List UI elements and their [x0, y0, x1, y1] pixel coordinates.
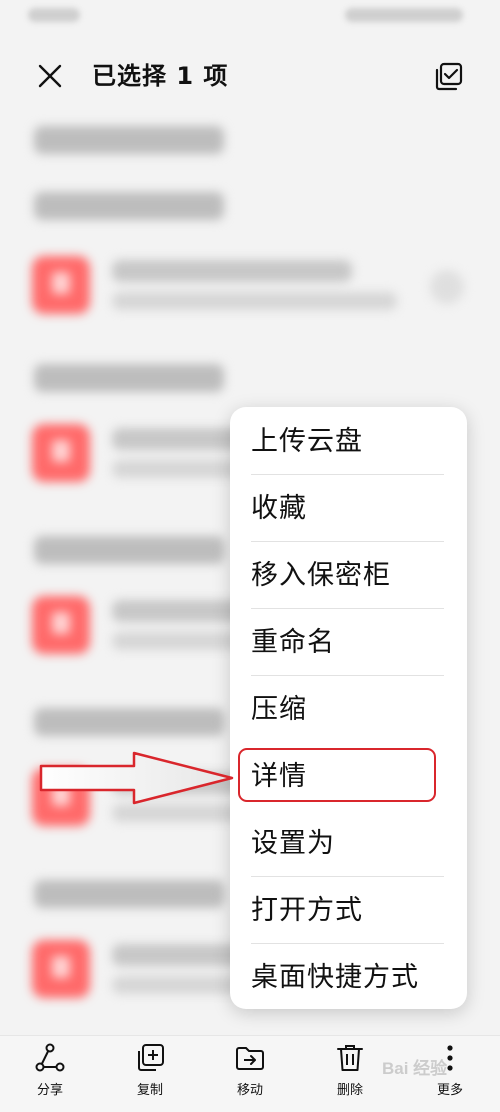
more-label: 更多	[436, 1083, 463, 1098]
watermark: Bai 经验	[382, 1059, 448, 1078]
copy-button[interactable]: 复制	[110, 1042, 190, 1108]
date-group-header	[34, 126, 224, 154]
select-all-button[interactable]	[432, 60, 466, 94]
status-time-blur	[28, 8, 80, 22]
audio-file-icon	[32, 424, 90, 482]
select-all-icon	[435, 62, 463, 91]
status-icons-blur	[345, 8, 463, 22]
menu-item-favorite[interactable]: 收藏	[251, 476, 444, 542]
menu-divider	[251, 876, 444, 877]
details-highlight-box	[238, 748, 436, 802]
date-group-header	[34, 708, 224, 736]
share-button[interactable]: 分享	[10, 1042, 90, 1108]
menu-item-open-with[interactable]: 打开方式	[251, 878, 444, 944]
share-icon	[35, 1043, 65, 1072]
menu-item-set-as[interactable]: 设置为	[251, 811, 444, 877]
menu-item-upload-cloud[interactable]: 上传云盘	[251, 409, 444, 475]
trash-icon	[337, 1045, 363, 1071]
date-group-header	[34, 364, 224, 392]
menu-item-desktop-shortcut[interactable]: 桌面快捷方式	[251, 945, 444, 1011]
menu-item-compress[interactable]: 压缩	[251, 677, 444, 743]
move-label: 移动	[236, 1083, 263, 1098]
move-button[interactable]: 移动	[210, 1042, 290, 1108]
menu-item-rename[interactable]: 重命名	[251, 610, 444, 676]
audio-file-icon	[32, 596, 90, 654]
file-checkbox[interactable]	[430, 270, 464, 304]
date-group-header	[34, 192, 224, 220]
menu-divider	[251, 474, 444, 475]
date-group-header	[34, 880, 224, 908]
close-button[interactable]	[34, 60, 66, 92]
selection-header: 已选择 1 项	[0, 44, 500, 108]
file-row[interactable]	[0, 250, 500, 350]
status-bar	[0, 0, 500, 34]
copy-label: 复制	[136, 1083, 163, 1098]
move-icon	[236, 1047, 264, 1070]
copy-icon	[138, 1044, 164, 1071]
page-title: 已选择 1 项	[92, 62, 229, 90]
context-menu: 上传云盘 收藏 移入保密柜 重命名 压缩 详情 设置为 打开方式 桌面快捷方式	[230, 407, 467, 1009]
menu-divider	[251, 608, 444, 609]
menu-divider	[251, 675, 444, 676]
audio-file-icon	[32, 940, 90, 998]
arrow-right-icon	[39, 751, 234, 805]
date-group-header	[34, 536, 224, 564]
delete-button[interactable]: 删除	[310, 1042, 390, 1108]
close-icon	[38, 64, 62, 88]
audio-file-icon	[32, 256, 90, 314]
share-label: 分享	[36, 1083, 63, 1098]
file-meta-blur	[112, 292, 397, 310]
menu-divider	[251, 943, 444, 944]
delete-label: 删除	[336, 1083, 363, 1098]
menu-divider	[251, 541, 444, 542]
file-name-blur	[112, 260, 352, 282]
menu-item-move-to-safe[interactable]: 移入保密柜	[251, 543, 444, 609]
